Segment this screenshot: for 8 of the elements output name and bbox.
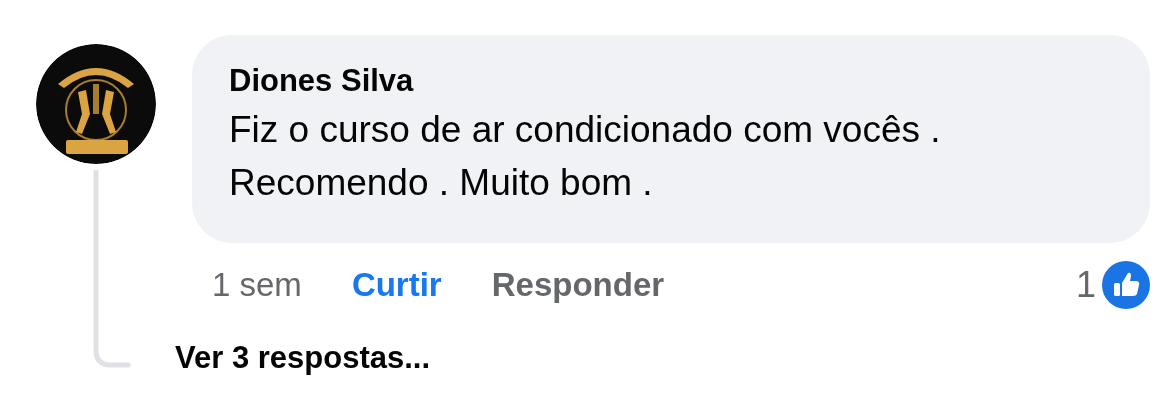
action-link[interactable]: Curtir — [351, 260, 442, 310]
view-replies-link[interactable]: Ver 3 respostas... — [175, 338, 431, 378]
comment-text: Fiz o curso de ar condicionado com vocês . Recomendo . Muito bom . — [229, 108, 942, 205]
timestamp: 1 sem — [212, 265, 302, 306]
like-count: 1 — [1075, 263, 1096, 307]
action-link[interactable]: Responder — [491, 260, 665, 310]
thumbs-up-icon — [1102, 261, 1150, 309]
author-name[interactable]: Diones Silva — [229, 63, 1113, 99]
